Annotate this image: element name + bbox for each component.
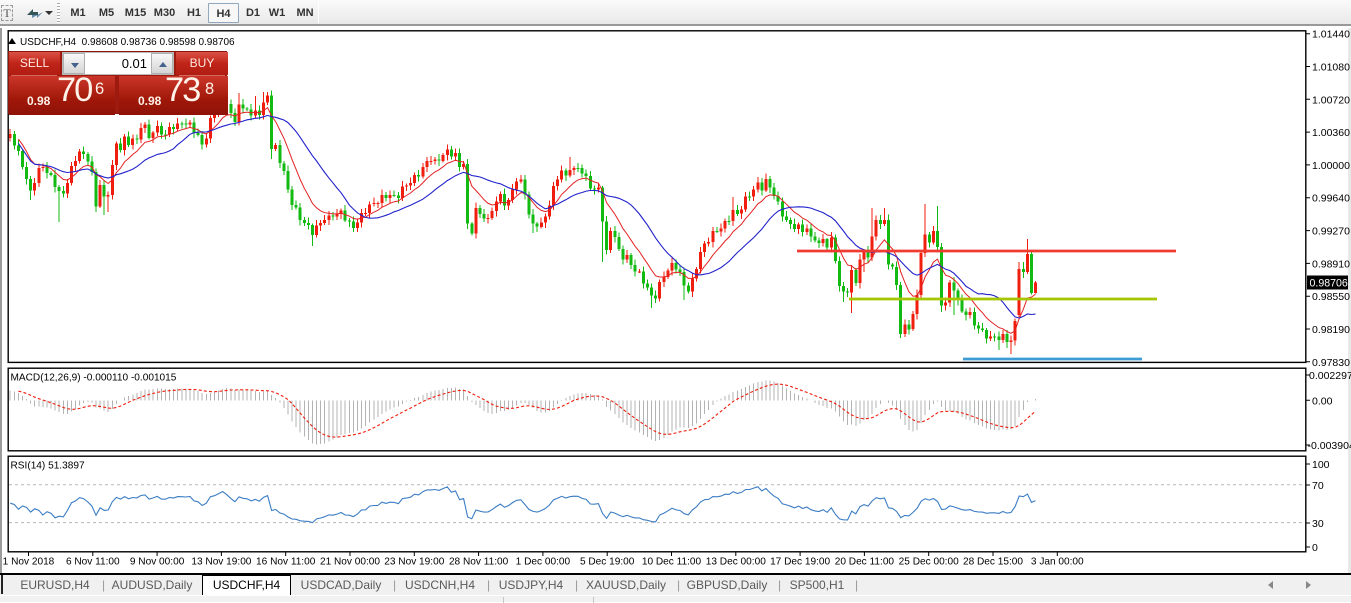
svg-text:0.99640: 0.99640 [1312,193,1350,205]
svg-text:0.00: 0.00 [1312,395,1333,407]
svg-text:1 Nov 2018: 1 Nov 2018 [3,557,55,568]
svg-text:1.00720: 1.00720 [1312,94,1350,106]
svg-text:1.01080: 1.01080 [1312,62,1350,74]
svg-text:1.00000: 1.00000 [1312,160,1350,172]
svg-text:30: 30 [1312,518,1324,530]
svg-text:0.98706: 0.98706 [1310,277,1348,289]
svg-text:16 Nov 11:00: 16 Nov 11:00 [256,557,316,568]
svg-text:13 Dec 00:00: 13 Dec 00:00 [706,557,766,568]
svg-text:MACD(12,26,9) -0.000110 -0.001: MACD(12,26,9) -0.000110 -0.001015 [11,373,177,384]
svg-text:28 Dec 15:00: 28 Dec 15:00 [963,557,1023,568]
svg-text:1 Dec 00:00: 1 Dec 00:00 [516,557,571,568]
svg-text:17 Dec 19:00: 17 Dec 19:00 [770,557,830,568]
svg-text:20 Dec 11:00: 20 Dec 11:00 [835,557,895,568]
svg-text:0.98190: 0.98190 [1312,324,1350,336]
svg-text:13 Nov 19:00: 13 Nov 19:00 [191,557,251,568]
svg-text:0.98550: 0.98550 [1312,291,1350,303]
svg-text:25 Dec 00:00: 25 Dec 00:00 [899,557,959,568]
svg-text:6 Nov 11:00: 6 Nov 11:00 [66,557,120,568]
svg-text:28 Nov 11:00: 28 Nov 11:00 [449,557,509,568]
svg-text:0: 0 [1312,542,1318,554]
svg-text:5 Dec 19:00: 5 Dec 19:00 [580,557,635,568]
svg-text:0.002297: 0.002297 [1309,370,1351,382]
svg-text:10 Dec 11:00: 10 Dec 11:00 [642,557,702,568]
svg-text:0.97830: 0.97830 [1312,357,1350,369]
svg-text:0.99270: 0.99270 [1312,226,1350,238]
svg-text:3 Jan 00:00: 3 Jan 00:00 [1031,557,1084,568]
svg-text:23 Nov 19:00: 23 Nov 19:00 [384,557,444,568]
svg-text:70: 70 [1312,480,1324,492]
svg-text:-0.003904: -0.003904 [1308,440,1351,452]
svg-text:1.01440: 1.01440 [1312,29,1350,41]
svg-text:21 Nov 00:00: 21 Nov 00:00 [320,557,380,568]
svg-text:100: 100 [1312,459,1330,471]
svg-text:1.00360: 1.00360 [1312,127,1350,139]
svg-text:RSI(14) 51.3897: RSI(14) 51.3897 [11,461,85,472]
svg-text:9 Nov 00:00: 9 Nov 00:00 [130,557,185,568]
svg-text:0.98910: 0.98910 [1312,258,1350,270]
